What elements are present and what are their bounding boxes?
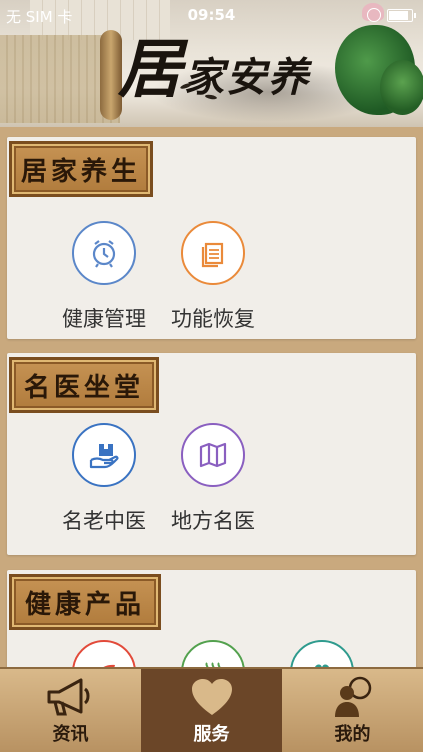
tab-label: 服务 [193, 724, 230, 745]
section-title-plaque: 健康产品 [9, 574, 161, 630]
leaf-icon [72, 640, 136, 667]
section-title-plaque: 居家养生 [9, 141, 153, 197]
section-title: 居家养生 [20, 156, 141, 187]
tile-local-doctors[interactable]: 地方名医 [158, 423, 268, 535]
tile-health-management[interactable]: 健康管理 [49, 221, 159, 333]
tile-senior-tcm-doctor[interactable]: 名老中医 [49, 423, 159, 535]
tab-mine[interactable]: 我的 [282, 669, 423, 752]
map-icon [181, 423, 245, 487]
tab-news[interactable]: 资讯 [0, 669, 141, 752]
tile-label: 地方名医 [171, 509, 255, 533]
hand-box-icon [72, 423, 136, 487]
tile-health-product-1[interactable] [49, 640, 159, 667]
orientation-lock-icon [367, 8, 381, 22]
services-content[interactable]: 居家养生 健康管理 功能恢复 名医坐堂 名老中医 地方名医 健康产品 [0, 127, 423, 667]
section-card-health-products: 健康产品 [7, 570, 416, 667]
section-title: 健康产品 [24, 589, 145, 620]
heart-plant-icon [290, 640, 354, 667]
tile-health-product-3[interactable] [267, 640, 377, 667]
battery-icon [387, 8, 416, 22]
steam-bowl-icon [181, 640, 245, 667]
document-stack-icon [181, 221, 245, 285]
tab-label: 资讯 [52, 724, 89, 745]
heart-icon [188, 675, 236, 723]
section-title-plaque: 名医坐堂 [9, 357, 159, 413]
tab-label: 我的 [334, 724, 371, 745]
section-title: 名医坐堂 [23, 372, 144, 403]
tab-services[interactable]: 服务 [141, 669, 282, 752]
clock-icon [72, 221, 136, 285]
section-card-home-care: 居家养生 健康管理 功能恢复 [7, 137, 416, 339]
status-time: 09:54 [187, 6, 236, 24]
lotus-leaf-decoration-small [380, 60, 423, 115]
bottom-tab-bar: 资讯 服务 我的 [0, 667, 423, 752]
person-chat-icon [329, 675, 377, 725]
tile-function-recovery[interactable]: 功能恢复 [158, 221, 268, 333]
banner-title-first-char: 居 [118, 32, 184, 107]
status-bar: 无 SIM 卡 09:54 [0, 0, 423, 30]
banner-title-rest: 家安养 [184, 54, 310, 101]
tile-label: 功能恢复 [171, 307, 255, 331]
tile-health-product-2[interactable] [158, 640, 268, 667]
tile-label: 健康管理 [62, 307, 146, 331]
section-card-famous-doctors: 名医坐堂 名老中医 地方名医 [7, 353, 416, 555]
megaphone-icon [43, 675, 99, 723]
tile-label: 名老中医 [62, 509, 146, 533]
